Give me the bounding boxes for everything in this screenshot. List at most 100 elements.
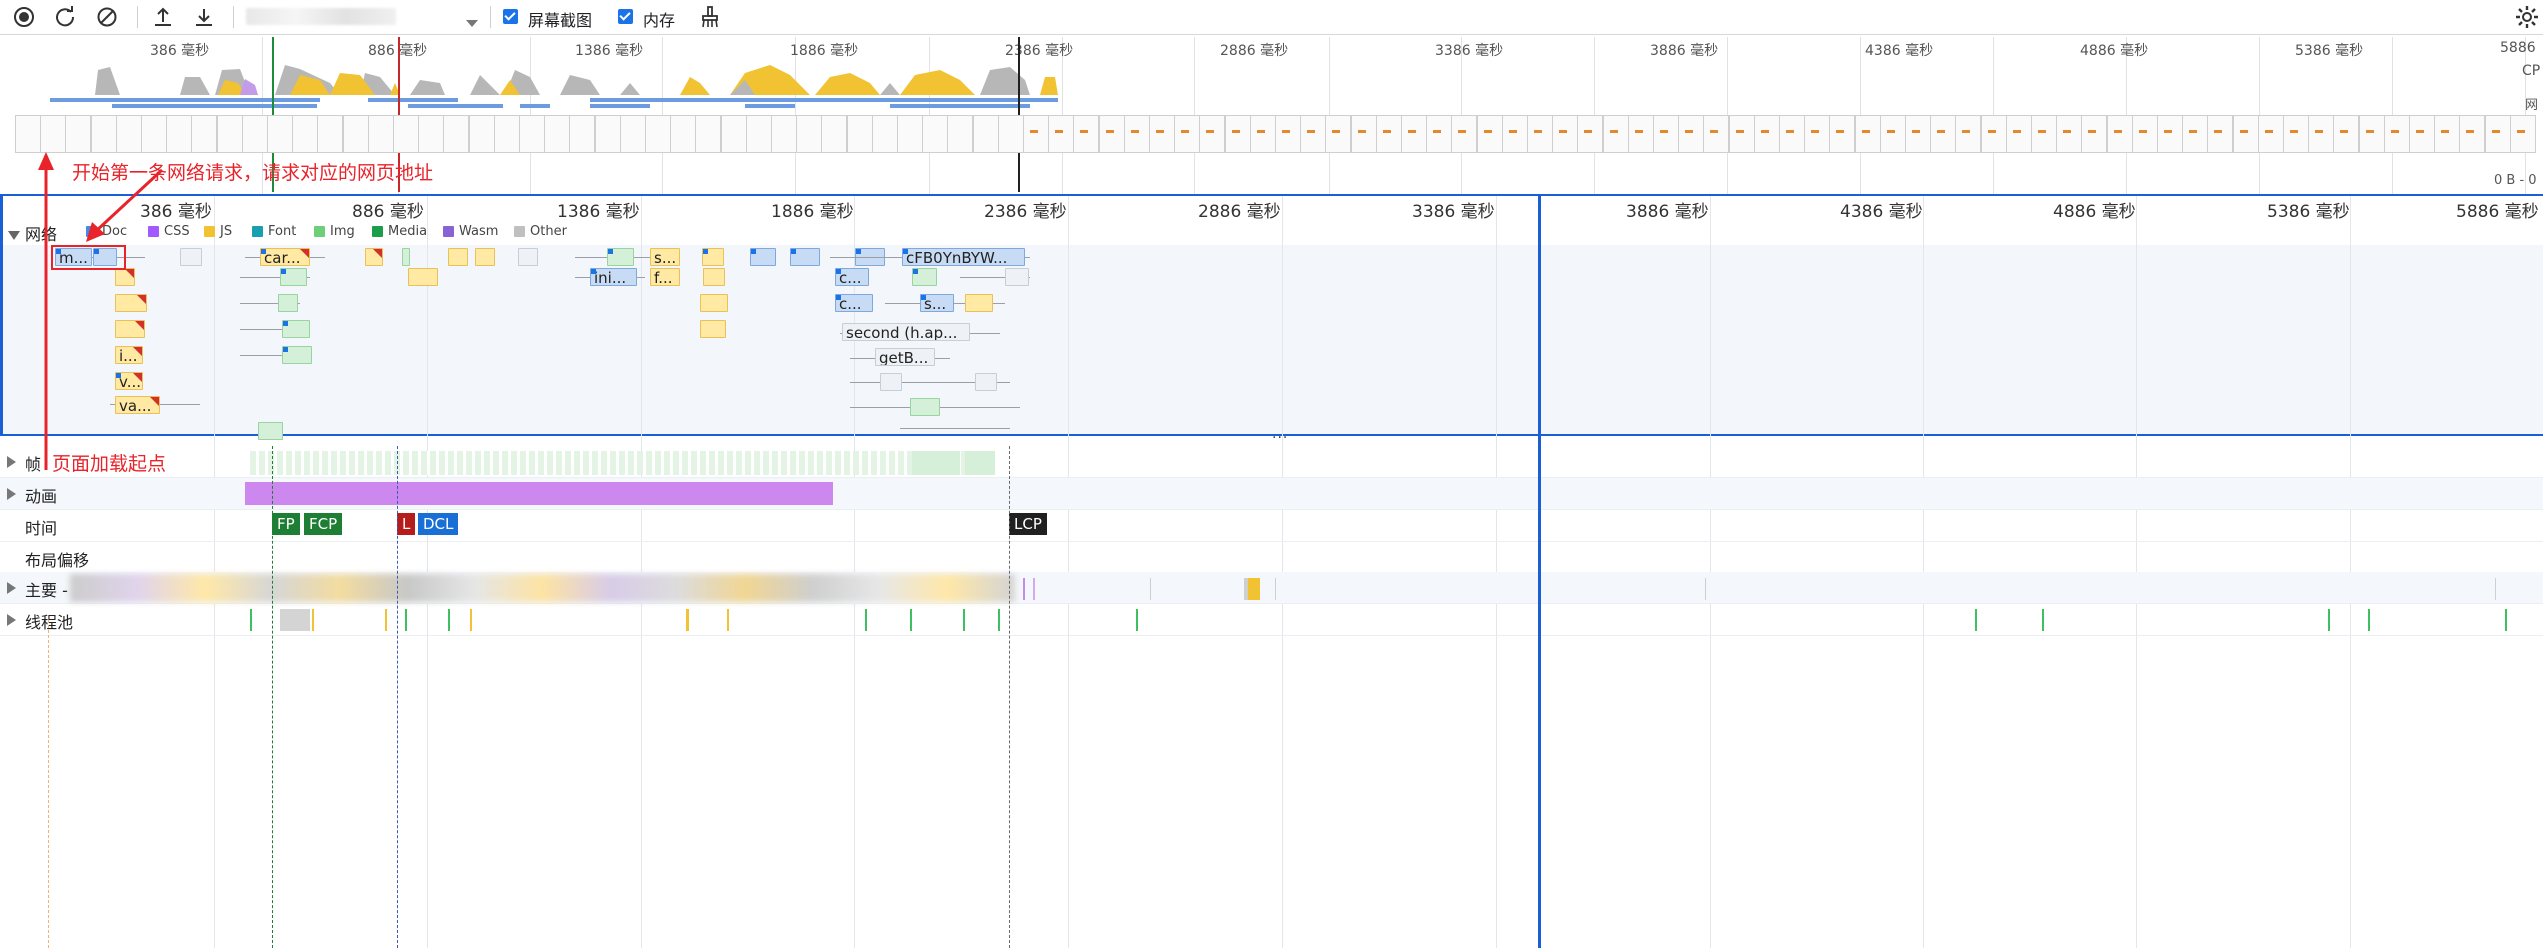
fcp-marker[interactable]: FCP [304, 513, 343, 535]
record-icon[interactable] [10, 3, 38, 31]
expand-arrow-icon[interactable] [7, 614, 16, 626]
screenshot-thumbnail[interactable] [1955, 115, 1982, 153]
screenshot-thumbnail[interactable] [1476, 115, 1503, 153]
expand-arrow-icon[interactable] [7, 488, 16, 500]
thread-task[interactable] [727, 609, 729, 631]
recording-select[interactable] [246, 8, 396, 25]
screenshot-thumbnail[interactable] [720, 115, 747, 153]
screenshot-thumbnail[interactable] [493, 115, 520, 153]
screenshot-thumbnail[interactable] [2509, 115, 2536, 153]
screenshot-thumbnail[interactable] [821, 115, 848, 153]
network-request[interactable] [910, 398, 940, 416]
screenshot-thumbnail[interactable] [2257, 115, 2284, 153]
screenshot-thumbnail[interactable] [1829, 115, 1856, 153]
screenshot-thumbnail[interactable] [216, 115, 243, 153]
screenshot-thumbnail[interactable] [342, 115, 369, 153]
animation-bar[interactable] [245, 482, 833, 505]
screenshot-thumbnail[interactable] [1275, 115, 1301, 153]
network-request[interactable]: c... [835, 268, 869, 286]
screenshot-thumbnail[interactable] [1930, 115, 1957, 153]
screenshot-thumbnail[interactable] [2207, 115, 2234, 153]
thread-task[interactable] [312, 609, 314, 631]
screenshots-checkbox[interactable] [503, 9, 518, 24]
network-request[interactable]: getB... [875, 348, 935, 366]
screenshot-thumbnail[interactable] [1804, 115, 1831, 153]
screenshot-thumbnail[interactable] [1728, 115, 1755, 153]
network-request[interactable] [282, 346, 312, 364]
clear-icon[interactable] [93, 3, 121, 31]
network-request[interactable] [975, 373, 997, 391]
screenshot-thumbnail[interactable] [292, 115, 319, 153]
screenshot-thumbnail[interactable] [2434, 115, 2461, 153]
screenshot-thumbnail[interactable] [2484, 115, 2511, 153]
screenshot-thumbnail[interactable] [2232, 115, 2259, 153]
frame-block[interactable] [965, 451, 995, 475]
screenshot-thumbnail[interactable] [846, 115, 873, 153]
screenshot-thumbnail[interactable] [267, 115, 293, 153]
screenshot-thumbnail[interactable] [519, 115, 545, 153]
screenshot-thumbnail[interactable] [897, 115, 923, 153]
screenshot-thumbnail[interactable] [670, 115, 697, 153]
thread-task[interactable] [686, 609, 689, 631]
thread-task[interactable] [405, 609, 407, 631]
network-request[interactable] [700, 320, 726, 338]
screenshot-thumbnail[interactable] [745, 115, 772, 153]
network-request[interactable] [280, 268, 307, 286]
screenshot-thumbnail[interactable] [796, 115, 823, 153]
network-request[interactable]: s... [920, 294, 954, 312]
screenshot-thumbnail[interactable] [1753, 115, 1780, 153]
screenshot-thumbnail[interactable] [2106, 115, 2133, 153]
screenshot-thumbnail[interactable] [2131, 115, 2158, 153]
screenshot-thumbnail[interactable] [1602, 115, 1629, 153]
screenshot-thumbnail[interactable] [771, 115, 797, 153]
thread-task[interactable] [998, 609, 1000, 631]
network-request[interactable]: f... [650, 268, 680, 286]
fp-marker[interactable]: FP [272, 513, 300, 535]
thread-task[interactable] [385, 609, 387, 631]
screenshot-thumbnail[interactable] [2459, 115, 2486, 153]
screenshot-thumbnail[interactable] [1023, 115, 1049, 153]
screenshot-thumbnail[interactable] [2283, 115, 2309, 153]
expand-arrow-icon[interactable] [7, 582, 16, 594]
task-bar[interactable] [1033, 578, 1035, 600]
gear-icon[interactable] [2513, 3, 2541, 31]
screenshot-thumbnail[interactable] [1552, 115, 1579, 153]
screenshot-thumbnail[interactable] [1905, 115, 1931, 153]
screenshot-thumbnail[interactable] [645, 115, 671, 153]
network-request[interactable] [475, 248, 495, 266]
screenshot-thumbnail[interactable] [1123, 115, 1150, 153]
thread-task[interactable] [280, 609, 310, 631]
thread-task[interactable] [470, 609, 472, 631]
network-request[interactable] [880, 373, 902, 391]
network-request[interactable] [607, 248, 634, 266]
screenshot-thumbnail[interactable] [1451, 115, 1478, 153]
screenshot-thumbnail[interactable] [1325, 115, 1352, 153]
screenshot-thumbnail[interactable] [1703, 115, 1730, 153]
lcp-marker[interactable]: LCP [1009, 513, 1047, 535]
screenshot-thumbnail[interactable] [443, 115, 470, 153]
task-bar[interactable] [2495, 578, 2496, 600]
screenshot-thumbnail[interactable] [1879, 115, 1906, 153]
screenshot-thumbnail[interactable] [947, 115, 974, 153]
task-bar[interactable] [1705, 578, 1706, 600]
screenshot-thumbnail[interactable] [393, 115, 419, 153]
reload-record-icon[interactable] [51, 3, 79, 31]
screenshot-thumbnail[interactable] [2182, 115, 2209, 153]
network-request[interactable]: s... [650, 248, 680, 266]
screenshot-thumbnail[interactable] [695, 115, 722, 153]
thread-task[interactable] [1136, 609, 1138, 631]
screenshot-thumbnail[interactable] [2358, 115, 2385, 153]
thread-task[interactable] [2368, 609, 2370, 631]
screenshot-thumbnail[interactable] [1577, 115, 1604, 153]
thread-task[interactable] [865, 609, 867, 631]
resize-handle[interactable]: ··· [1272, 430, 1288, 446]
screenshot-thumbnail[interactable] [2383, 115, 2410, 153]
screenshot-thumbnail[interactable] [544, 115, 571, 153]
screenshot-thumbnail[interactable] [972, 115, 999, 153]
network-request[interactable] [703, 268, 725, 286]
thread-task[interactable] [2505, 609, 2507, 631]
screenshot-thumbnail[interactable] [1426, 115, 1453, 153]
download-icon[interactable] [190, 3, 218, 31]
screenshot-thumbnail[interactable] [1199, 115, 1226, 153]
screenshot-thumbnail[interactable] [1048, 115, 1075, 153]
